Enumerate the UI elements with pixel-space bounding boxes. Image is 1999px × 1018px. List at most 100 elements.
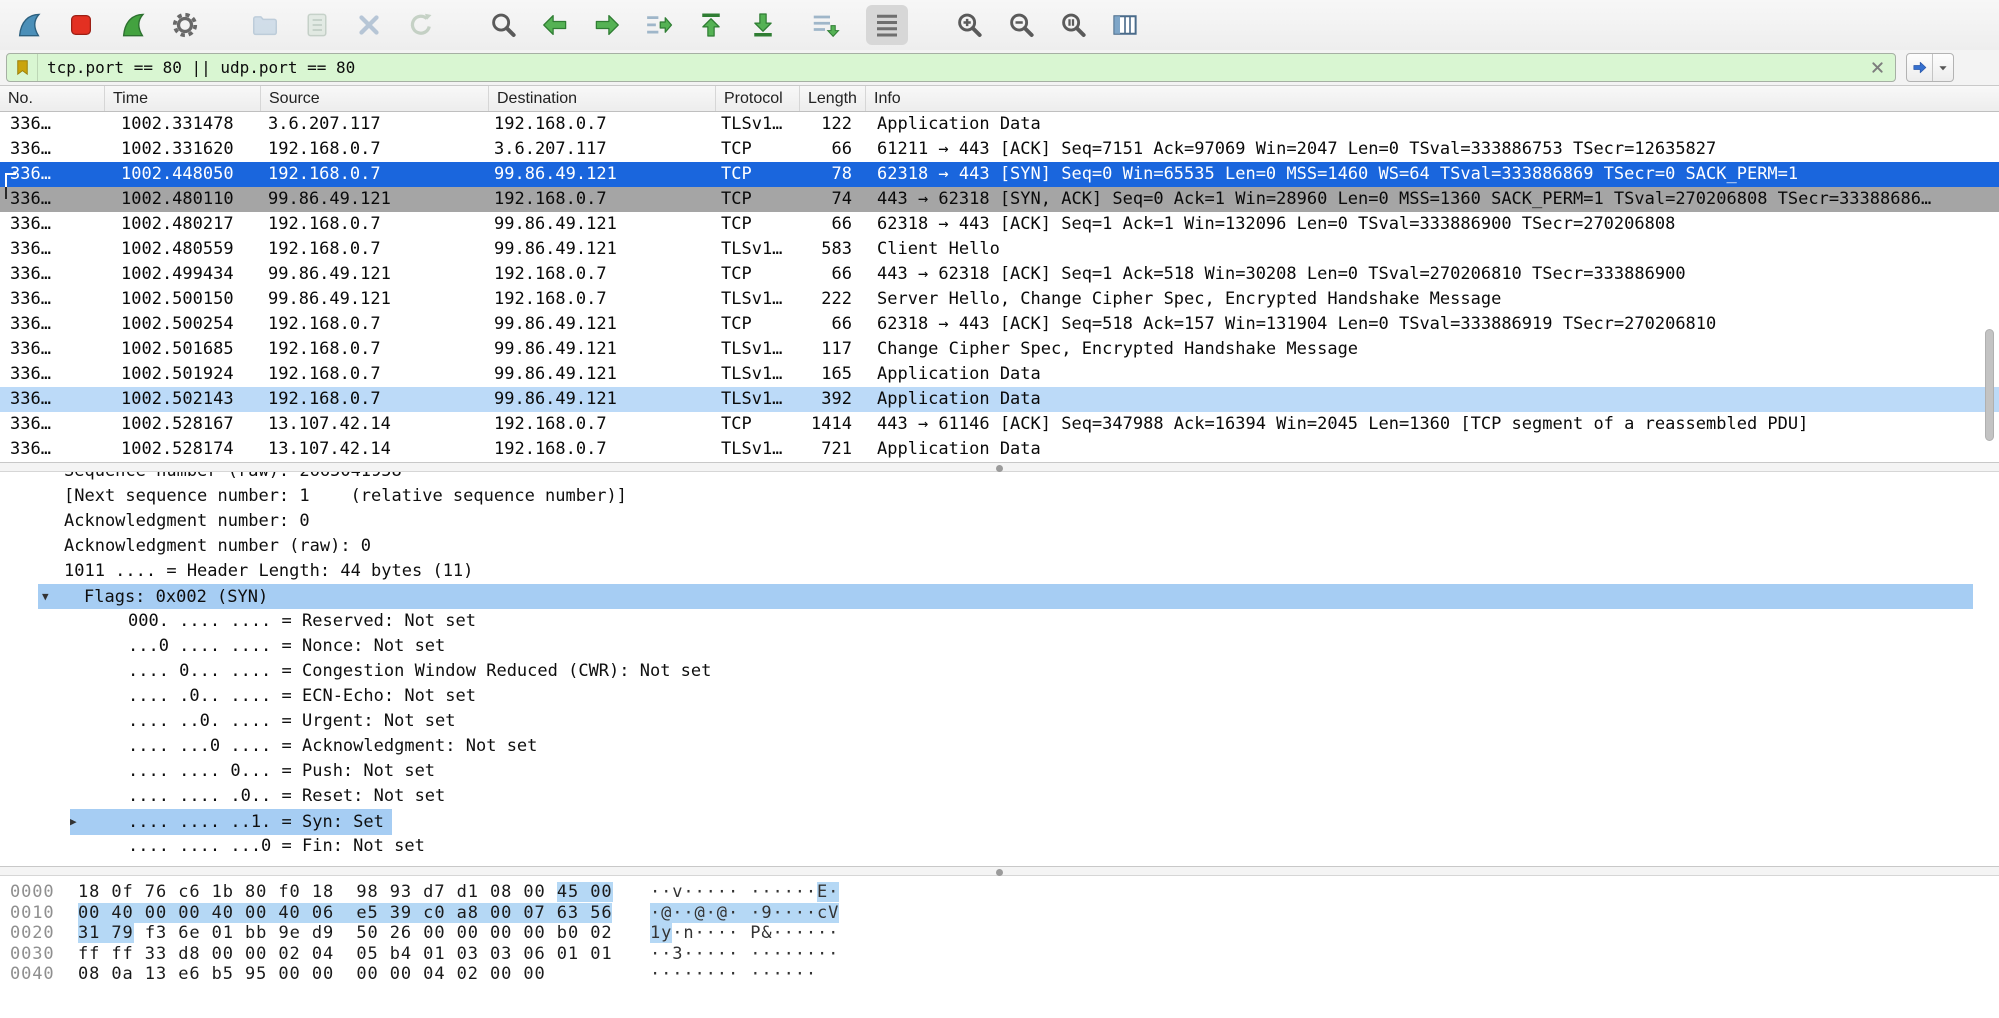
packet-length: 74 — [800, 187, 866, 212]
column-header-time[interactable]: Time — [105, 86, 261, 111]
display-filter-input[interactable]: tcp.port == 80 || udp.port == 80 — [38, 54, 1859, 81]
filter-bookmark-button[interactable] — [7, 54, 38, 81]
packet-row[interactable]: 336… 1002.499434 99.86.49.121 192.168.0.… — [0, 262, 1999, 287]
pane-splitter-bottom[interactable] — [0, 866, 1999, 876]
filter-apply-button[interactable] — [1907, 54, 1933, 81]
packet-row[interactable]: 336… 1002.480217 192.168.0.7 99.86.49.12… — [0, 212, 1999, 237]
folder-icon — [250, 10, 280, 40]
packet-protocol: TLSv1… — [716, 112, 800, 137]
detail-row[interactable]: .... ..0. .... = Urgent: Not set — [0, 709, 1999, 734]
hex-row[interactable]: 000018 0f 76 c6 1b 80 f0 18 98 93 d7 d1 … — [0, 882, 1999, 903]
detail-row[interactable]: 1011 .... = Header Length: 44 bytes (11) — [0, 559, 1999, 584]
packet-row[interactable]: 336… 1002.501924 192.168.0.7 99.86.49.12… — [0, 362, 1999, 387]
packet-source: 192.168.0.7 — [261, 162, 489, 187]
hex-bytes[interactable]: ff ff 33 d8 00 00 02 04 05 b4 01 03 03 0… — [78, 944, 612, 965]
detail-row[interactable]: 000. .... .... = Reserved: Not set — [0, 609, 1999, 634]
resize-columns-button[interactable] — [1104, 5, 1146, 45]
zoom-reset-button[interactable] — [1052, 5, 1094, 45]
packet-info: Application Data — [866, 437, 1999, 462]
hex-ascii[interactable]: ·@··@·@· ·9····cV — [650, 903, 839, 924]
column-header-protocol[interactable]: Protocol — [716, 86, 800, 111]
find-packet-button[interactable] — [482, 5, 524, 45]
packet-row[interactable]: 336… 1002.528167 13.107.42.14 192.168.0.… — [0, 412, 1999, 437]
detail-text: .... .... 0... = Push: Not set — [128, 761, 435, 781]
packet-destination: 99.86.49.121 — [489, 237, 716, 262]
packet-row[interactable]: 336… 1002.448050 192.168.0.7 99.86.49.12… — [0, 162, 1999, 187]
go-forward-button[interactable] — [586, 5, 628, 45]
capture-options-button[interactable] — [164, 5, 206, 45]
detail-text: .... .... ..1. = Syn: Set — [128, 812, 384, 832]
packet-no: 336… — [0, 337, 105, 362]
hex-ascii[interactable]: ··3····· ········ — [650, 944, 839, 965]
expanded-arrow-icon[interactable]: ▼ — [42, 584, 84, 609]
packet-protocol: TCP — [716, 412, 800, 437]
zoom-out-button[interactable] — [1000, 5, 1042, 45]
start-capture-button[interactable] — [8, 5, 50, 45]
reload-file-button[interactable] — [400, 5, 442, 45]
packet-row[interactable]: 336… 1002.500150 99.86.49.121 192.168.0.… — [0, 287, 1999, 312]
hex-bytes[interactable]: 18 0f 76 c6 1b 80 f0 18 98 93 d7 d1 08 0… — [78, 882, 613, 903]
filter-dropdown-button[interactable] — [1933, 54, 1953, 81]
detail-text: .... ...0 .... = Acknowledgment: Not set — [128, 736, 537, 756]
save-file-button[interactable] — [296, 5, 338, 45]
filter-clear-button[interactable] — [1859, 54, 1895, 81]
detail-row[interactable]: [Next sequence number: 1 (relative seque… — [0, 484, 1999, 509]
packet-row[interactable]: 336… 1002.331478 3.6.207.117 192.168.0.7… — [0, 112, 1999, 137]
column-header-length[interactable]: Length — [800, 86, 866, 111]
packet-row[interactable]: 336… 1002.480559 192.168.0.7 99.86.49.12… — [0, 237, 1999, 262]
auto-scroll-button[interactable] — [804, 5, 846, 45]
filter-apply-group — [1906, 53, 1954, 82]
detail-row[interactable]: .... .... .0.. = Reset: Not set — [0, 784, 1999, 809]
go-back-button[interactable] — [534, 5, 576, 45]
hex-ascii[interactable]: ··v····· ······E· — [650, 882, 839, 903]
hex-bytes[interactable]: 08 0a 13 e6 b5 95 00 00 00 00 04 02 00 0… — [78, 964, 546, 985]
hex-bytes[interactable]: 00 40 00 00 40 00 40 06 e5 39 c0 a8 00 0… — [78, 903, 612, 924]
collapsed-arrow-icon[interactable]: ▶ — [70, 809, 128, 834]
hex-row[interactable]: 001000 40 00 00 40 00 40 06 e5 39 c0 a8 … — [0, 903, 1999, 924]
column-header-info[interactable]: Info — [866, 86, 1999, 111]
packet-row[interactable]: 336… 1002.528174 13.107.42.14 192.168.0.… — [0, 437, 1999, 462]
detail-row[interactable]: ▶.... .... ..1. = Syn: Set — [0, 809, 1999, 834]
column-header-destination[interactable]: Destination — [489, 86, 716, 111]
zoom-in-button[interactable] — [948, 5, 990, 45]
go-to-packet-button[interactable] — [638, 5, 680, 45]
go-first-button[interactable] — [690, 5, 732, 45]
detail-row[interactable]: Acknowledgment number: 0 — [0, 509, 1999, 534]
display-filter-field[interactable]: tcp.port == 80 || udp.port == 80 — [6, 53, 1896, 82]
detail-row[interactable]: ...0 .... .... = Nonce: Not set — [0, 634, 1999, 659]
open-file-button[interactable] — [244, 5, 286, 45]
detail-row[interactable]: .... .... 0... = Push: Not set — [0, 759, 1999, 784]
hex-bytes[interactable]: 31 79 f3 6e 01 bb 9e d9 50 26 00 00 00 0… — [78, 923, 613, 944]
hex-row[interactable]: 004008 0a 13 e6 b5 95 00 00 00 00 04 02 … — [0, 964, 1999, 985]
packet-row[interactable]: 336… 1002.501685 192.168.0.7 99.86.49.12… — [0, 337, 1999, 362]
packet-info: Change Cipher Spec, Encrypted Handshake … — [866, 337, 1999, 362]
colorize-button[interactable] — [866, 5, 908, 45]
detail-text: Sequence number (raw): 2665041958 — [64, 472, 402, 481]
packet-row[interactable]: 336… 1002.480110 99.86.49.121 192.168.0.… — [0, 187, 1999, 212]
detail-row[interactable]: .... .0.. .... = ECN-Echo: Not set — [0, 684, 1999, 709]
go-last-button[interactable] — [742, 5, 784, 45]
hex-row[interactable]: 0030ff ff 33 d8 00 00 02 04 05 b4 01 03 … — [0, 944, 1999, 965]
detail-row[interactable]: ▼Flags: 0x002 (SYN) — [0, 584, 1999, 609]
packet-source: 99.86.49.121 — [261, 187, 489, 212]
detail-row[interactable]: Sequence number (raw): 2665041958 — [0, 472, 1999, 484]
packet-protocol: TCP — [716, 212, 800, 237]
pane-splitter-top[interactable] — [0, 462, 1999, 472]
packet-row[interactable]: 336… 1002.502143 192.168.0.7 99.86.49.12… — [0, 387, 1999, 412]
close-file-button[interactable] — [348, 5, 390, 45]
packet-list-scrollbar-thumb[interactable] — [1985, 329, 1994, 441]
packet-row[interactable]: 336… 1002.500254 192.168.0.7 99.86.49.12… — [0, 312, 1999, 337]
column-header-source[interactable]: Source — [261, 86, 489, 111]
packet-row[interactable]: 336… 1002.331620 192.168.0.7 3.6.207.117… — [0, 137, 1999, 162]
restart-capture-button[interactable] — [112, 5, 154, 45]
stop-capture-button[interactable] — [60, 5, 102, 45]
hex-row[interactable]: 002031 79 f3 6e 01 bb 9e d9 50 26 00 00 … — [0, 923, 1999, 944]
column-header-no[interactable]: No. — [0, 86, 105, 111]
detail-row[interactable]: .... ...0 .... = Acknowledgment: Not set — [0, 734, 1999, 759]
detail-row[interactable]: .... .... ...0 = Fin: Not set — [0, 834, 1999, 859]
hex-ascii[interactable]: ········ ······ — [650, 964, 817, 985]
detail-row[interactable]: .... 0... .... = Congestion Window Reduc… — [0, 659, 1999, 684]
detail-row[interactable]: Acknowledgment number (raw): 0 — [0, 534, 1999, 559]
packet-info: Client Hello — [866, 237, 1999, 262]
hex-ascii[interactable]: 1y·n···· P&······ — [650, 923, 839, 944]
